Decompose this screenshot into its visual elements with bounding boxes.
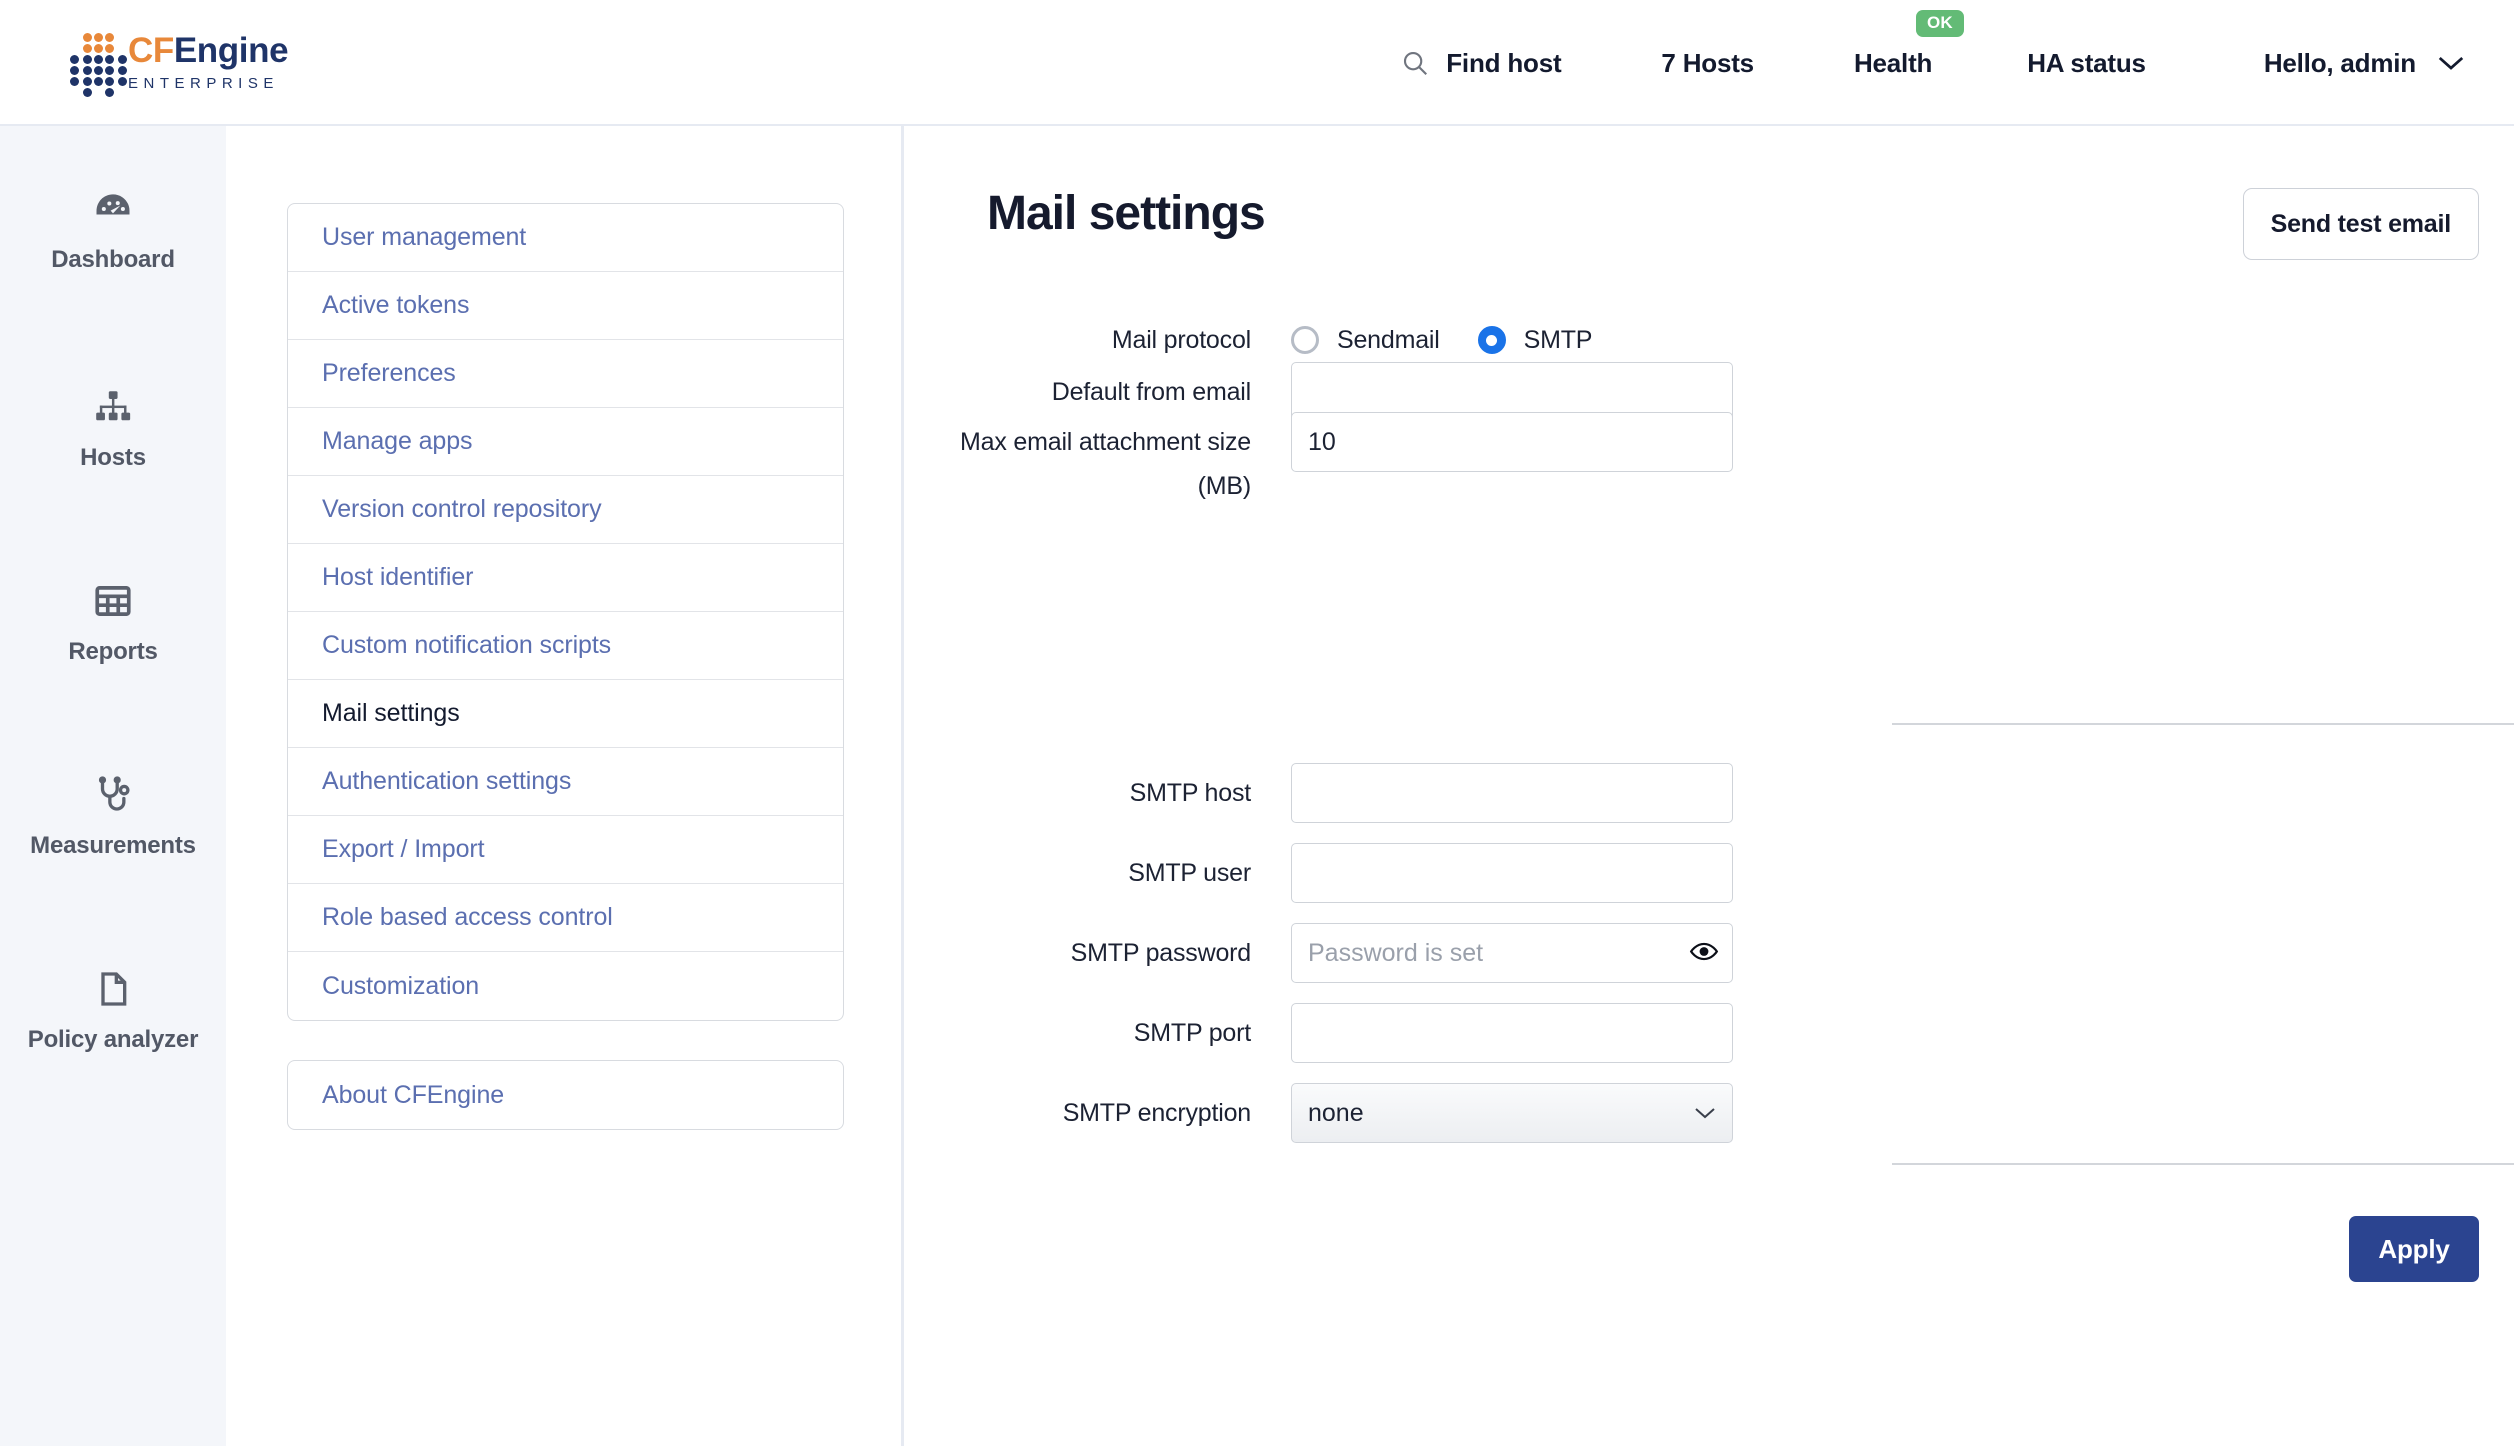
max-attachment-size-control bbox=[1291, 412, 1733, 472]
sidebar-item-hosts[interactable]: Hosts bbox=[0, 384, 226, 472]
menu-item-about-cfengine[interactable]: About CFEngine bbox=[288, 1061, 843, 1129]
menu-item-user-management[interactable]: User management bbox=[288, 204, 843, 272]
user-greeting-label: Hello, admin bbox=[2263, 47, 2416, 78]
ha-status-link[interactable]: HA status bbox=[2027, 48, 2146, 79]
radio-smtp-icon[interactable] bbox=[1477, 326, 1506, 354]
smtp-password-input[interactable] bbox=[1291, 923, 1733, 983]
menu-item-active-tokens[interactable]: Active tokens bbox=[288, 272, 843, 340]
form-divider-top bbox=[1892, 723, 2514, 725]
health-status-badge: OK bbox=[1915, 9, 1964, 37]
brand-wordmark: CFEngine bbox=[128, 30, 289, 70]
max-attachment-size-label: Max email attachment size (MB) bbox=[960, 428, 1251, 500]
left-sidebar: Dashboard Hosts Reports Measurements Pol… bbox=[0, 126, 226, 1446]
sidebar-item-label: Policy analyzer bbox=[27, 1026, 199, 1053]
health-link[interactable]: Health OK bbox=[1853, 9, 1964, 79]
document-icon bbox=[93, 966, 133, 1012]
smtp-user-input[interactable] bbox=[1291, 843, 1733, 903]
field-row-mail-protocol: Mail protocol Sendmail SMTP bbox=[907, 322, 1733, 358]
smtp-encryption-select[interactable]: none bbox=[1291, 1083, 1733, 1143]
mail-protocol-radio-group: Sendmail SMTP bbox=[1291, 322, 1733, 358]
header-nav: Find host 7 Hosts Health OK HA status He… bbox=[1400, 0, 2514, 126]
smtp-encryption-wrapper: none bbox=[1291, 1083, 1733, 1143]
find-host-label: Find host bbox=[1446, 47, 1562, 78]
org-chart-icon bbox=[92, 384, 134, 430]
menu-item-host-identifier[interactable]: Host identifier bbox=[288, 544, 843, 612]
app-root: CFEngine ENTERPRISE Find host 7 Hosts He… bbox=[0, 0, 2514, 1446]
brand-subtitle: ENTERPRISE bbox=[128, 74, 279, 92]
eye-icon bbox=[1689, 941, 1719, 966]
main-content: Mail settings Send test email Mail proto… bbox=[907, 126, 2514, 1446]
cfengine-logo[interactable]: CFEngine ENTERPRISE bbox=[68, 30, 289, 97]
sidebar-item-label: Reports bbox=[68, 638, 158, 665]
send-test-email-button[interactable]: Send test email bbox=[2242, 188, 2479, 260]
radio-sendmail-icon[interactable] bbox=[1291, 326, 1319, 354]
smtp-password-control bbox=[1291, 923, 1733, 983]
table-grid-icon bbox=[92, 578, 134, 624]
max-attachment-size-input[interactable] bbox=[1291, 412, 1733, 472]
smtp-encryption-control: none bbox=[1291, 1083, 1733, 1143]
settings-menu-card: User management Active tokens Preference… bbox=[287, 203, 844, 1021]
health-label: Health bbox=[1853, 47, 1933, 78]
brand-cf-text: CF bbox=[128, 30, 174, 70]
field-row-smtp-host: SMTP host bbox=[907, 763, 1733, 823]
sidebar-item-policy-analyzer[interactable]: Policy analyzer bbox=[0, 966, 226, 1054]
smtp-password-label: SMTP password bbox=[1070, 939, 1252, 967]
about-cfengine-card: About CFEngine bbox=[287, 1060, 844, 1130]
smtp-host-control bbox=[1291, 763, 1733, 823]
menu-item-role-based-access-control[interactable]: Role based access control bbox=[288, 884, 843, 952]
settings-menu-panel: User management Active tokens Preference… bbox=[226, 126, 904, 1446]
sidebar-item-label: Measurements bbox=[30, 832, 196, 859]
sidebar-item-label: Dashboard bbox=[51, 246, 175, 273]
ha-status-label: HA status bbox=[2027, 47, 2146, 78]
smtp-user-control bbox=[1291, 843, 1733, 903]
radio-smtp-label: SMTP bbox=[1523, 325, 1593, 354]
sidebar-item-label: Hosts bbox=[80, 444, 146, 471]
hosts-count-link[interactable]: 7 Hosts bbox=[1661, 48, 1754, 79]
mail-protocol-label: Mail protocol bbox=[1111, 326, 1251, 354]
top-header: CFEngine ENTERPRISE Find host 7 Hosts He… bbox=[0, 0, 2514, 126]
smtp-user-label: SMTP user bbox=[1128, 859, 1251, 887]
sidebar-item-measurements[interactable]: Measurements bbox=[0, 772, 226, 860]
field-row-smtp-encryption: SMTP encryption none bbox=[907, 1083, 1733, 1143]
field-row-smtp-user: SMTP user bbox=[907, 843, 1733, 903]
menu-item-authentication-settings[interactable]: Authentication settings bbox=[288, 748, 843, 816]
smtp-port-label: SMTP port bbox=[1133, 1019, 1251, 1047]
field-row-smtp-port: SMTP port bbox=[907, 1003, 1733, 1063]
sidebar-item-dashboard[interactable]: Dashboard bbox=[0, 186, 226, 274]
menu-item-manage-apps[interactable]: Manage apps bbox=[288, 408, 843, 476]
smtp-encryption-label: SMTP encryption bbox=[1062, 1099, 1251, 1127]
menu-item-version-control-repository[interactable]: Version control repository bbox=[288, 476, 843, 544]
radio-option-smtp[interactable]: SMTP bbox=[1477, 325, 1593, 355]
user-menu-button[interactable]: Hello, admin bbox=[2264, 48, 2466, 79]
radio-sendmail-label: Sendmail bbox=[1337, 325, 1440, 354]
smtp-port-input[interactable] bbox=[1291, 1003, 1733, 1063]
apply-button[interactable]: Apply bbox=[2349, 1216, 2479, 1282]
menu-item-export-import[interactable]: Export / Import bbox=[288, 816, 843, 884]
smtp-host-label: SMTP host bbox=[1129, 779, 1252, 807]
field-row-max-attachment-size: Max email attachment size (MB) bbox=[907, 412, 1733, 508]
radio-option-sendmail[interactable]: Sendmail bbox=[1291, 326, 1440, 355]
brand-engine-text: Engine bbox=[173, 30, 289, 70]
sidebar-item-reports[interactable]: Reports bbox=[0, 578, 226, 666]
find-host-button[interactable]: Find host bbox=[1400, 47, 1562, 79]
search-icon bbox=[1400, 48, 1430, 78]
field-row-smtp-password: SMTP password bbox=[907, 923, 1733, 983]
menu-item-mail-settings[interactable]: Mail settings bbox=[288, 680, 843, 748]
chevron-down-icon bbox=[2436, 54, 2466, 72]
cfengine-dot-matrix-icon bbox=[68, 31, 127, 97]
smtp-host-input[interactable] bbox=[1291, 763, 1733, 823]
gauge-icon bbox=[91, 186, 135, 232]
smtp-port-control bbox=[1291, 1003, 1733, 1063]
hosts-count-label: 7 Hosts bbox=[1661, 47, 1754, 78]
smtp-password-wrapper bbox=[1291, 923, 1733, 983]
menu-item-custom-notification-scripts[interactable]: Custom notification scripts bbox=[288, 612, 843, 680]
menu-item-customization[interactable]: Customization bbox=[288, 952, 843, 1020]
page-title: Mail settings bbox=[987, 187, 1266, 240]
mail-protocol-control: Sendmail SMTP bbox=[1291, 322, 1733, 358]
toggle-password-visibility-button[interactable] bbox=[1689, 941, 1719, 966]
menu-item-preferences[interactable]: Preferences bbox=[288, 340, 843, 408]
form-divider-bottom bbox=[1892, 1163, 2514, 1165]
stethoscope-icon bbox=[92, 772, 134, 818]
